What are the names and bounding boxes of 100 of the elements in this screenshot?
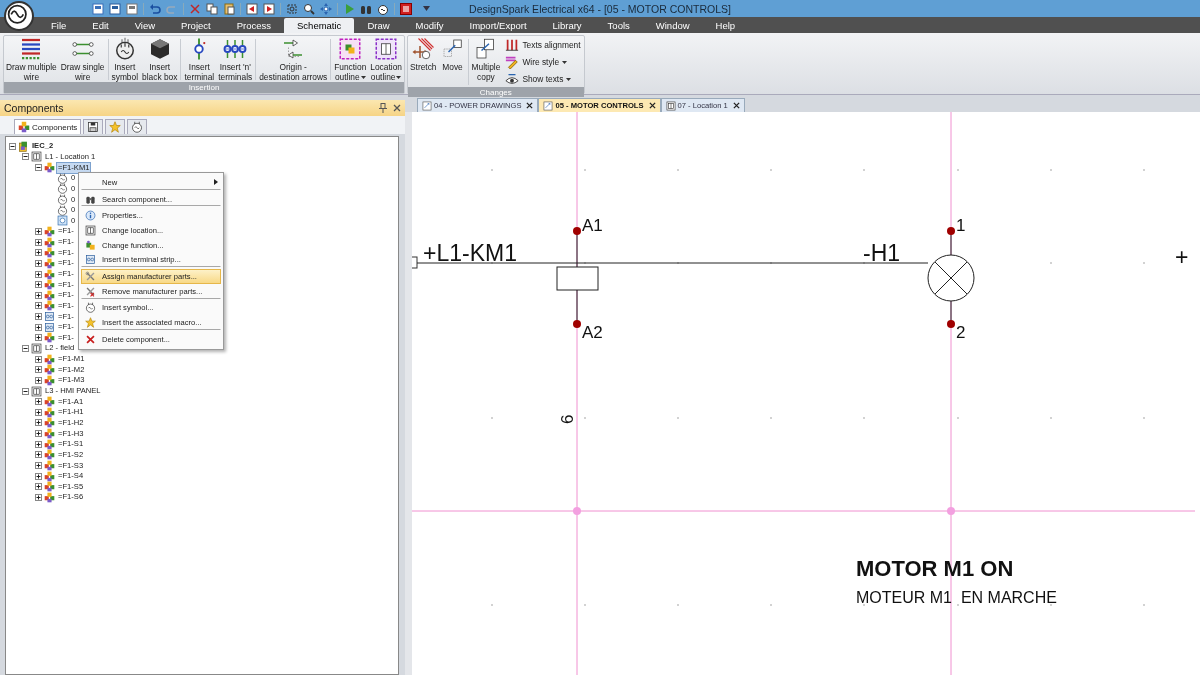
expand-toggle[interactable] bbox=[35, 472, 42, 480]
panel-tab[interactable]: Components bbox=[14, 119, 82, 134]
ribbon-button[interactable]: Draw single wire bbox=[58, 37, 107, 82]
expand-toggle[interactable] bbox=[35, 355, 42, 363]
ribbon-button[interactable]: Insert terminal bbox=[182, 37, 217, 82]
menu-tab[interactable]: Import/Export bbox=[456, 18, 540, 33]
dropdown-icon[interactable] bbox=[423, 6, 430, 11]
ribbon-button[interactable]: Insert black box bbox=[140, 37, 180, 82]
previous-page-icon[interactable] bbox=[246, 2, 258, 15]
expand-toggle[interactable] bbox=[35, 281, 42, 289]
insertion-point-marker[interactable] bbox=[412, 256, 418, 269]
panel-tab[interactable] bbox=[83, 119, 104, 134]
close-icon[interactable] bbox=[526, 102, 534, 109]
menu-tab[interactable]: Modify bbox=[402, 18, 457, 33]
cubes-icon bbox=[44, 257, 55, 269]
pin-dot bbox=[947, 227, 955, 235]
collapse-toggle[interactable] bbox=[22, 153, 29, 161]
close-icon[interactable] bbox=[393, 104, 401, 112]
delete-icon bbox=[84, 333, 96, 345]
ribbon-button[interactable]: Wire style bbox=[505, 54, 581, 70]
expand-toggle[interactable] bbox=[35, 430, 42, 438]
menu-tab[interactable]: File bbox=[38, 18, 80, 33]
menu-tab[interactable]: Window bbox=[642, 18, 703, 33]
ribbon-button[interactable]: Function outline bbox=[332, 37, 369, 82]
expand-toggle[interactable] bbox=[35, 238, 42, 246]
terminal-strip-icon bbox=[44, 311, 55, 323]
expand-toggle[interactable] bbox=[35, 291, 42, 299]
zoom-fit-icon[interactable] bbox=[286, 2, 298, 15]
cubes-icon bbox=[44, 374, 55, 386]
toolbar-icon[interactable] bbox=[126, 2, 138, 15]
cubes-icon bbox=[44, 470, 55, 482]
expand-toggle[interactable] bbox=[35, 323, 42, 331]
menu-tab[interactable]: Library bbox=[539, 18, 595, 33]
cubes-icon bbox=[44, 481, 55, 493]
pin-icon[interactable] bbox=[379, 103, 387, 113]
motor-symbol-icon bbox=[84, 302, 96, 314]
terminal-strip-icon bbox=[44, 321, 55, 333]
ribbon-button[interactable]: Move bbox=[438, 37, 467, 72]
close-icon[interactable] bbox=[732, 102, 740, 109]
expand-toggle[interactable] bbox=[35, 493, 42, 501]
star-icon bbox=[84, 317, 96, 329]
wrench-icon bbox=[84, 270, 96, 282]
menu-tab[interactable]: Help bbox=[702, 18, 749, 33]
ribbon-button[interactable]: Draw multiple wire bbox=[4, 37, 59, 82]
expand-toggle[interactable] bbox=[35, 451, 42, 459]
toolbar-icon[interactable] bbox=[109, 2, 121, 15]
expand-toggle[interactable] bbox=[35, 398, 42, 406]
cubes-icon bbox=[44, 332, 55, 344]
menu-tab[interactable]: Project bbox=[168, 18, 224, 33]
cubes-icon bbox=[44, 289, 55, 301]
zoom-icon[interactable] bbox=[303, 2, 315, 15]
expand-toggle[interactable] bbox=[35, 440, 42, 448]
ribbon-button[interactable]: Location outline bbox=[368, 37, 404, 82]
symbol-icon[interactable] bbox=[377, 2, 389, 15]
expand-toggle[interactable] bbox=[35, 313, 42, 321]
menu-tab[interactable]: Draw bbox=[354, 18, 403, 33]
menu-tab[interactable]: Process bbox=[223, 18, 284, 33]
collapse-toggle[interactable] bbox=[22, 345, 29, 352]
menu-tab[interactable]: Edit bbox=[79, 18, 122, 33]
expand-toggle[interactable] bbox=[35, 334, 42, 342]
ribbon-button[interactable]: Insert 'n' terminals bbox=[216, 37, 255, 82]
motor-symbol-icon bbox=[57, 194, 68, 206]
expand-toggle[interactable] bbox=[35, 376, 42, 384]
ribbon-button[interactable]: Insert symbol bbox=[109, 37, 141, 82]
close-icon[interactable] bbox=[648, 102, 656, 109]
cubes-icon bbox=[44, 364, 55, 376]
expand-toggle[interactable] bbox=[35, 408, 42, 416]
expand-toggle[interactable] bbox=[35, 227, 42, 235]
ribbon-button[interactable]: Origin - destination arrows bbox=[257, 37, 330, 82]
expand-toggle[interactable] bbox=[35, 462, 42, 470]
pencil-icon bbox=[505, 55, 520, 69]
expand-toggle[interactable] bbox=[35, 249, 42, 257]
collapse-toggle[interactable] bbox=[22, 387, 29, 395]
expand-toggle[interactable] bbox=[35, 302, 42, 310]
expand-toggle[interactable] bbox=[35, 270, 42, 278]
copy-icon[interactable] bbox=[206, 2, 218, 15]
expand-toggle[interactable] bbox=[35, 419, 42, 427]
collapse-toggle[interactable] bbox=[35, 164, 42, 172]
ribbon-button[interactable]: Show texts bbox=[505, 71, 581, 87]
menu-tab[interactable]: Tools bbox=[594, 18, 643, 33]
cubes-icon bbox=[44, 396, 55, 408]
info-icon bbox=[84, 210, 96, 222]
motor-symbol-icon bbox=[57, 172, 68, 184]
next-page-icon[interactable] bbox=[263, 2, 275, 15]
function-outline-icon bbox=[338, 37, 363, 61]
undo-icon[interactable] bbox=[149, 2, 161, 15]
expand-toggle[interactable] bbox=[35, 259, 42, 267]
menu-tab[interactable]: Schematic bbox=[284, 18, 355, 33]
pan-icon[interactable] bbox=[320, 2, 332, 15]
ribbon-button[interactable]: Stretch bbox=[407, 37, 439, 72]
expand-toggle[interactable] bbox=[35, 366, 42, 374]
sheet-title: MOTOR M1 ON bbox=[856, 556, 1014, 581]
paste-icon[interactable] bbox=[223, 2, 235, 15]
menu-tab[interactable]: View bbox=[121, 18, 169, 33]
collapse-toggle[interactable] bbox=[9, 142, 16, 150]
toolbar-icon[interactable] bbox=[92, 2, 104, 15]
expand-toggle[interactable] bbox=[35, 483, 42, 491]
cubes-icon bbox=[44, 428, 55, 440]
ribbon-button[interactable]: Multiple copy bbox=[469, 37, 503, 82]
ribbon-button[interactable]: Texts alignment bbox=[505, 37, 581, 53]
